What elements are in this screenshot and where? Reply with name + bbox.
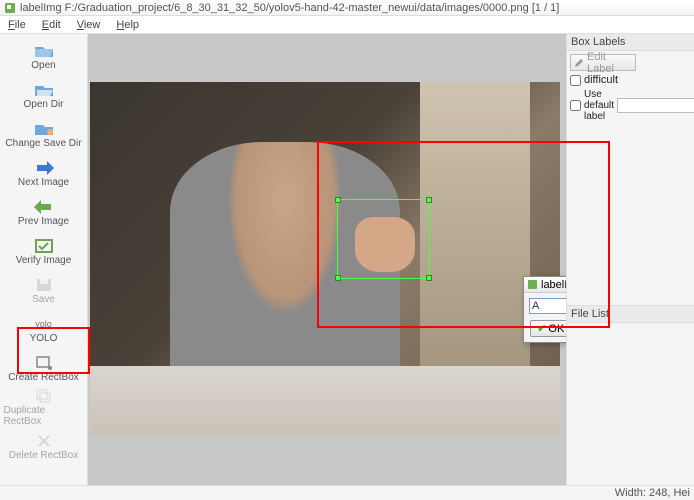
edit-label-button[interactable]: Edit Label [570, 54, 636, 71]
prev-image-button[interactable]: Prev Image [4, 194, 84, 231]
difficult-checkbox[interactable] [570, 75, 581, 86]
dialog-icon [527, 279, 538, 290]
annotation-bbox[interactable] [337, 199, 430, 279]
canvas-area[interactable]: labelImg ? × ✔OK ✖Cancel [88, 34, 566, 485]
menu-edit[interactable]: Edit [38, 19, 65, 31]
status-dimensions: Width: 248, Hei [615, 487, 690, 499]
save-icon [33, 277, 55, 293]
menu-file[interactable]: File [4, 19, 30, 31]
menu-view[interactable]: View [73, 19, 105, 31]
open-dir-icon [33, 82, 55, 98]
save-button[interactable]: Save [4, 272, 84, 309]
menubar: File Edit View Help [0, 16, 694, 34]
right-panel: Box Labels Edit Label difficult Use defa… [566, 34, 694, 485]
verify-icon [33, 238, 55, 254]
delete-rectbox-button[interactable]: Delete RectBox [4, 428, 84, 465]
default-label-input[interactable] [617, 98, 694, 113]
window-title: labelImg F:/Graduation_project/6_8_30_31… [20, 2, 559, 14]
next-arrow-icon [33, 160, 55, 176]
dialog-title-text: labelImg [541, 279, 566, 291]
window-titlebar: labelImg F:/Graduation_project/6_8_30_31… [0, 0, 694, 16]
open-button[interactable]: Open [4, 38, 84, 75]
dialog-ok-button[interactable]: ✔OK [530, 320, 566, 337]
change-save-dir-icon [33, 121, 55, 137]
menu-help[interactable]: Help [112, 19, 143, 31]
create-rectbox-button[interactable]: Create RectBox [4, 350, 84, 387]
label-name-input[interactable] [529, 298, 566, 314]
format-icon: yolo [33, 316, 55, 332]
format-toggle[interactable]: yolo YOLO [4, 311, 84, 348]
statusbar: Width: 248, Hei [0, 485, 694, 500]
difficult-checkbox-row[interactable]: difficult [570, 74, 691, 86]
verify-image-button[interactable]: Verify Image [4, 233, 84, 270]
label-dialog: labelImg ? × ✔OK ✖Cancel [523, 276, 566, 343]
dialog-titlebar[interactable]: labelImg ? × [524, 277, 566, 293]
prev-arrow-icon [33, 199, 55, 215]
change-save-dir-button[interactable]: Change Save Dir [4, 116, 84, 153]
left-toolbar: Open Open Dir Change Save Dir Next Image… [0, 34, 88, 485]
use-default-label-checkbox[interactable] [570, 100, 581, 111]
duplicate-rectbox-button[interactable]: Duplicate RectBox [4, 389, 84, 426]
pencil-icon [574, 58, 584, 68]
check-icon: ✔ [537, 322, 546, 335]
app-icon [4, 2, 16, 14]
duplicate-rectbox-icon [33, 388, 55, 404]
loaded-image [90, 82, 560, 436]
open-dir-button[interactable]: Open Dir [4, 77, 84, 114]
delete-rectbox-icon [33, 433, 55, 449]
create-rectbox-icon [33, 355, 55, 371]
open-icon [33, 43, 55, 59]
box-labels-header: Box Labels [567, 34, 694, 51]
use-default-label-row[interactable]: Use default label [570, 89, 614, 122]
next-image-button[interactable]: Next Image [4, 155, 84, 192]
file-list-header: File List [567, 306, 694, 323]
